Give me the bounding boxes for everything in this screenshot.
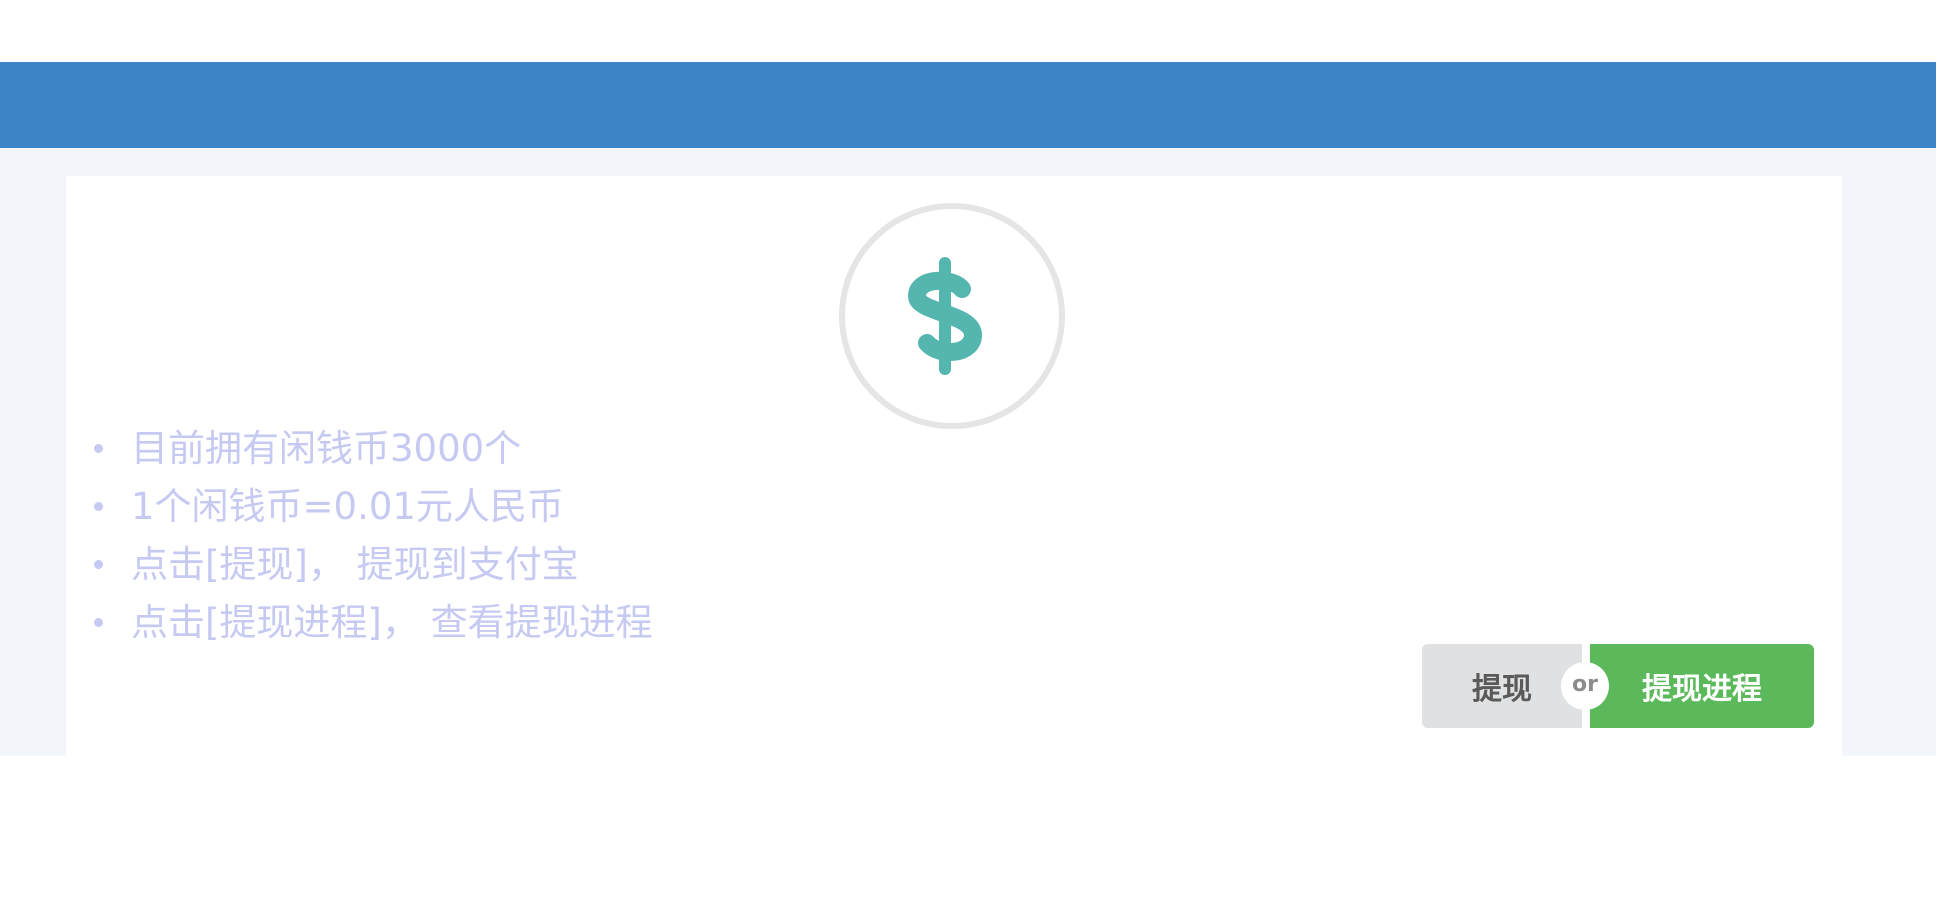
bullet-icon — [94, 502, 103, 511]
info-text: 目前拥有闲钱币3000个 — [131, 427, 522, 470]
withdraw-progress-button[interactable]: 提现进程 — [1590, 644, 1814, 728]
withdraw-button[interactable]: 提现 — [1422, 644, 1582, 728]
dollar-icon — [908, 257, 982, 375]
list-item: 目前拥有闲钱币3000个 — [94, 420, 653, 478]
list-item: 1个闲钱币=0.01元人民币 — [94, 478, 653, 536]
page: 目前拥有闲钱币3000个 1个闲钱币=0.01元人民币 点击[提现]， 提现到支… — [0, 0, 1936, 916]
info-text: 点击[提现进程]， 查看提现进程 — [131, 601, 653, 644]
or-divider: or — [1561, 662, 1609, 710]
top-bar — [0, 62, 1936, 148]
list-item: 点击[提现]， 提现到支付宝 — [94, 536, 653, 594]
coin-badge — [839, 203, 1065, 429]
action-button-group: 提现 提现进程 or — [1422, 644, 1814, 728]
info-text: 点击[提现]， 提现到支付宝 — [131, 543, 579, 586]
bullet-icon — [94, 618, 103, 627]
wallet-card: 目前拥有闲钱币3000个 1个闲钱币=0.01元人民币 点击[提现]， 提现到支… — [66, 176, 1842, 756]
bullet-icon — [94, 560, 103, 569]
list-item: 点击[提现进程]， 查看提现进程 — [94, 594, 653, 652]
info-list: 目前拥有闲钱币3000个 1个闲钱币=0.01元人民币 点击[提现]， 提现到支… — [94, 420, 653, 652]
bullet-icon — [94, 444, 103, 453]
info-text: 1个闲钱币=0.01元人民币 — [131, 485, 564, 528]
